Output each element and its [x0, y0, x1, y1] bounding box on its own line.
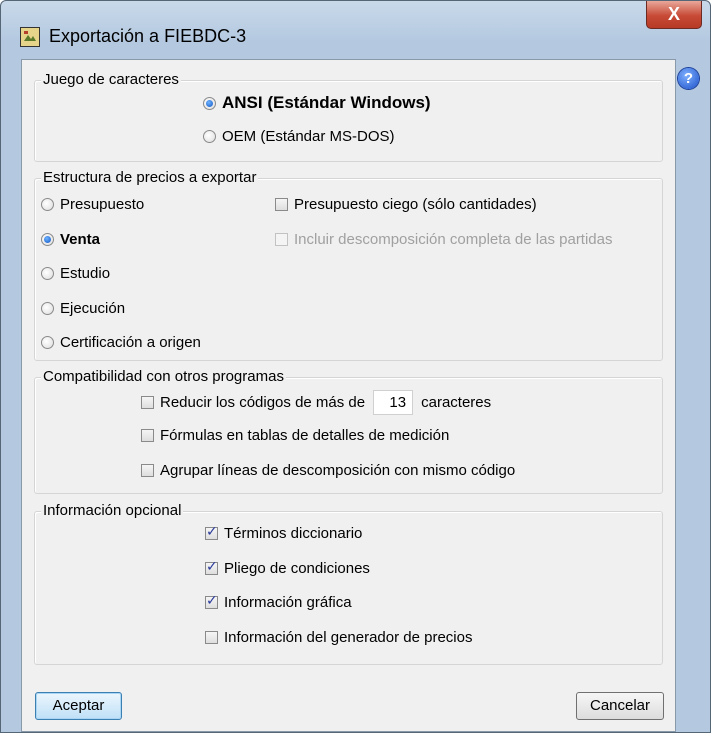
close-button[interactable]: X	[646, 1, 702, 29]
window-title: Exportación a FIEBDC-3	[49, 26, 247, 46]
radio-venta[interactable]	[41, 233, 54, 246]
formulas-checkbox[interactable]	[141, 429, 154, 442]
price-option-venta[interactable]: Venta	[41, 231, 100, 248]
info-grafica-checkbox[interactable]	[205, 593, 218, 609]
price-structure-legend: Estructura de precios a exportar	[41, 169, 259, 186]
group-lines-checkbox[interactable]	[141, 464, 154, 477]
group-lines-row[interactable]: Agrupar líneas de descomposición con mis…	[141, 462, 515, 479]
price-structure-group: Estructura de precios a exportar Presupu…	[34, 169, 663, 361]
price-option-estudio[interactable]: Estudio	[41, 265, 110, 282]
compatibility-legend: Compatibilidad con otros programas	[41, 368, 286, 385]
full-breakdown-checkbox	[275, 233, 288, 246]
radio-ansi[interactable]	[203, 96, 216, 110]
blind-budget-label: Presupuesto ciego (sólo cantidades)	[294, 196, 537, 213]
reduce-codes-input[interactable]: 13	[373, 390, 414, 415]
info-pliego-checkbox[interactable]	[205, 559, 218, 575]
price-option-estudio-label: Estudio	[60, 265, 111, 282]
info-generador-label: Información del generador de precios	[224, 629, 473, 646]
radio-ejecucion[interactable]	[41, 302, 54, 315]
info-item-terminos[interactable]: Términos diccionario	[205, 524, 363, 542]
reduce-codes-label: Reducir los códigos de más de	[160, 394, 366, 411]
app-icon	[20, 27, 40, 47]
charset-option-oem-label: OEM (Estándar MS-DOS)	[222, 128, 395, 145]
reduce-codes-suffix: caracteres	[421, 394, 492, 411]
info-grafica-label: Información gráfica	[224, 594, 352, 611]
reduce-codes-checkbox[interactable]	[141, 396, 154, 409]
charset-group: Juego de caracteres ANSI (Estándar Windo…	[34, 71, 663, 162]
price-option-presupuesto-label: Presupuesto	[60, 196, 145, 213]
price-option-ejecucion[interactable]: Ejecución	[41, 300, 125, 317]
full-breakdown-checkbox-row: Incluir descomposición completa de las p…	[275, 231, 613, 248]
dialog-window: Exportación a FIEBDC-3 X ? Juego de cara…	[0, 0, 711, 733]
blind-budget-checkbox-row[interactable]: Presupuesto ciego (sólo cantidades)	[275, 196, 537, 213]
radio-presupuesto[interactable]	[41, 198, 54, 211]
help-icon[interactable]: ?	[678, 68, 699, 89]
blind-budget-checkbox[interactable]	[275, 198, 288, 211]
info-pliego-label: Pliego de condiciones	[224, 560, 370, 577]
radio-certificacion[interactable]	[41, 336, 54, 349]
charset-group-legend: Juego de caracteres	[41, 71, 181, 88]
full-breakdown-label: Incluir descomposición completa de las p…	[294, 231, 613, 248]
info-terminos-label: Términos diccionario	[224, 525, 363, 542]
info-item-grafica[interactable]: Información gráfica	[205, 593, 352, 611]
radio-estudio[interactable]	[41, 267, 54, 280]
reduce-codes-row[interactable]: Reducir los códigos de más de 13 caracte…	[141, 390, 491, 415]
price-option-certificacion-label: Certificación a origen	[60, 334, 201, 351]
price-option-certificacion[interactable]: Certificación a origen	[41, 334, 201, 351]
charset-option-oem[interactable]: OEM (Estándar MS-DOS)	[203, 128, 395, 145]
info-item-pliego[interactable]: Pliego de condiciones	[205, 559, 370, 577]
radio-oem[interactable]	[203, 130, 216, 143]
title-bar[interactable]: Exportación a FIEBDC-3 X	[1, 1, 710, 59]
formulas-row[interactable]: Fórmulas en tablas de detalles de medici…	[141, 427, 449, 444]
charset-option-ansi-label: ANSI (Estándar Windows)	[222, 93, 431, 112]
info-terminos-checkbox[interactable]	[205, 524, 218, 540]
optional-info-group: Información opcional Términos diccionari…	[34, 502, 663, 665]
accept-button[interactable]: Aceptar	[35, 692, 122, 720]
info-generador-checkbox[interactable]	[205, 631, 218, 644]
price-option-presupuesto[interactable]: Presupuesto	[41, 196, 144, 213]
formulas-label: Fórmulas en tablas de detalles de medici…	[160, 427, 450, 444]
group-lines-label: Agrupar líneas de descomposición con mis…	[160, 462, 516, 479]
cancel-button[interactable]: Cancelar	[576, 692, 664, 720]
price-option-ejecucion-label: Ejecución	[60, 300, 126, 317]
charset-option-ansi[interactable]: ANSI (Estándar Windows)	[203, 93, 431, 113]
info-item-generador[interactable]: Información del generador de precios	[205, 629, 472, 646]
optional-info-legend: Información opcional	[41, 502, 184, 519]
compatibility-group: Compatibilidad con otros programas Reduc…	[34, 368, 663, 494]
dialog-content: Juego de caracteres ANSI (Estándar Windo…	[21, 59, 676, 732]
price-option-venta-label: Venta	[60, 231, 101, 248]
